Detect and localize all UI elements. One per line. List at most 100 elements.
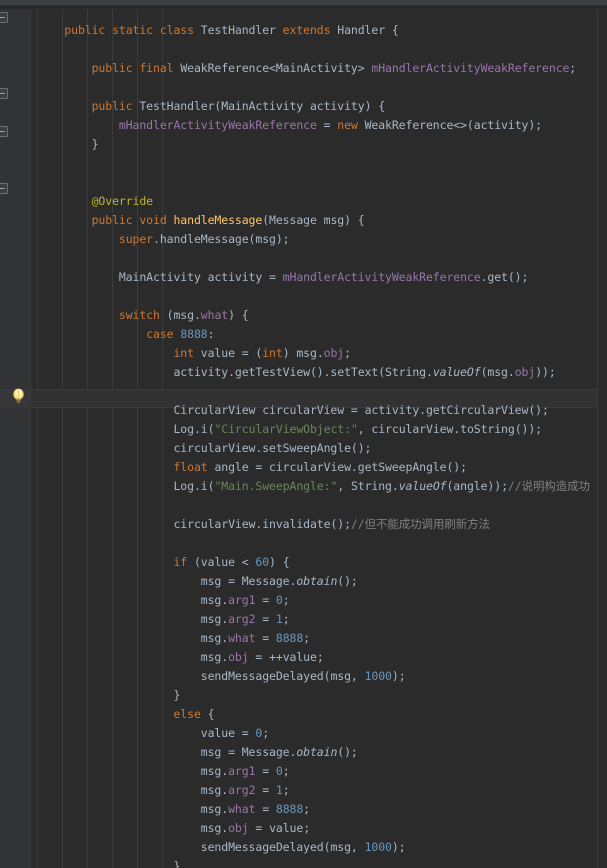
token-punct: ) {: [228, 308, 249, 322]
code-line[interactable]: super.handleMessage(msg);: [31, 230, 597, 249]
code-line[interactable]: MainActivity activity = mHandlerActivity…: [31, 268, 597, 287]
code-line[interactable]: msg.arg2 = 1;: [31, 610, 597, 629]
token-type: String: [385, 365, 426, 379]
code-line[interactable]: case 8888:: [31, 325, 597, 344]
code-line[interactable]: [31, 534, 597, 553]
token-field: arg2: [228, 612, 256, 626]
code-line[interactable]: if (value < 60) {: [31, 553, 597, 572]
code-line[interactable]: [31, 154, 597, 173]
code-line[interactable]: [31, 382, 597, 401]
fold-marker-expanded[interactable]: [0, 88, 8, 99]
token-punct: =: [255, 764, 276, 778]
token-ident: circularView: [173, 517, 256, 531]
code-line[interactable]: [31, 40, 597, 59]
code-line[interactable]: msg.arg1 = 0;: [31, 591, 597, 610]
code-line[interactable]: Log.i("Main.SweepAngle:", String.valueOf…: [31, 477, 597, 496]
editor-gutter[interactable]: [0, 9, 30, 868]
token-field: what: [200, 308, 229, 322]
code-line[interactable]: activity.getTestView().setText(String.va…: [31, 363, 597, 382]
code-line[interactable]: public void handleMessage(Message msg) {: [31, 211, 597, 230]
code-line[interactable]: msg.what = 8888;: [31, 800, 597, 819]
code-line[interactable]: [31, 78, 597, 97]
code-line[interactable]: msg = Message.obtain();: [31, 572, 597, 591]
code-line[interactable]: value = 0;: [31, 724, 597, 743]
code-line[interactable]: msg.arg2 = 1;: [31, 781, 597, 800]
token-punct: );: [528, 118, 543, 132]
token-type: CircularView: [173, 403, 256, 417]
token-punct: <: [269, 61, 276, 75]
token-punct: sendMessageDelayed(: [200, 840, 331, 854]
code-line[interactable]: [31, 496, 597, 515]
code-line[interactable]: switch (msg.what) {: [31, 306, 597, 325]
code-line[interactable]: [31, 173, 597, 192]
token-punct: ();: [337, 574, 358, 588]
fold-marker-expanded[interactable]: [0, 183, 8, 194]
fold-marker-expanded[interactable]: [0, 12, 8, 23]
token-punct: :: [207, 327, 215, 341]
token-punct: .: [391, 479, 399, 493]
code-line[interactable]: sendMessageDelayed(msg, 1000);: [31, 838, 597, 857]
code-line[interactable]: msg.what = 8888;: [31, 629, 597, 648]
code-line[interactable]: circularView.invalidate();//但不能成功调用刷新方法: [31, 515, 597, 534]
code-content-area[interactable]: public static class TestHandler extends …: [31, 9, 597, 868]
lightbulb-icon[interactable]: [10, 387, 27, 405]
code-line[interactable]: msg.obj = ++value;: [31, 648, 597, 667]
code-line[interactable]: [31, 287, 597, 306]
code-line[interactable]: circularView.setSweepAngle();: [31, 439, 597, 458]
code-line[interactable]: CircularView circularView = activity.get…: [31, 401, 597, 420]
token-ident: circularView: [173, 441, 256, 455]
code-line[interactable]: public final WeakReference<MainActivity>…: [31, 59, 597, 78]
token-kw: static: [112, 23, 160, 37]
code-line[interactable]: msg.arg1 = 0;: [31, 762, 597, 781]
token-ident: activity: [173, 365, 229, 379]
code-line[interactable]: public TestHandler(MainActivity activity…: [31, 97, 597, 116]
code-line[interactable]: Log.i("CircularViewObject:", circularVie…: [31, 420, 597, 439]
fold-marker-expanded[interactable]: [0, 126, 8, 137]
token-ident: msg: [330, 840, 351, 854]
token-punct: ;: [282, 593, 290, 607]
token-ident: msg: [200, 650, 222, 664]
token-field: arg1: [228, 764, 256, 778]
code-line[interactable]: }: [31, 686, 597, 705]
code-text[interactable]: public static class TestHandler extends …: [31, 9, 597, 868]
code-line[interactable]: sendMessageDelayed(msg, 1000);: [31, 667, 597, 686]
token-statm: obtain: [296, 574, 338, 588]
token-num: 8888: [275, 631, 304, 645]
token-ident: msg: [200, 821, 222, 835]
code-line[interactable]: else {: [31, 705, 597, 724]
token-num: 8888: [275, 802, 304, 816]
code-line[interactable]: msg = Message.obtain();: [31, 743, 597, 762]
token-punct: ;: [303, 821, 311, 835]
token-punct: =: [255, 631, 276, 645]
code-line[interactable]: }: [31, 857, 597, 868]
vertical-scrollbar[interactable]: [597, 9, 607, 868]
token-field: arg1: [228, 593, 256, 607]
code-line[interactable]: public static class TestHandler extends …: [31, 21, 597, 40]
token-punct: =: [316, 118, 338, 132]
code-line[interactable]: mHandlerActivityWeakReference = new Weak…: [31, 116, 597, 135]
token-punct: =: [255, 593, 276, 607]
token-punct: {: [385, 23, 399, 37]
token-punct: .invalidate();: [255, 517, 351, 531]
code-line[interactable]: [31, 249, 597, 268]
token-punct: ();: [337, 745, 358, 759]
code-line[interactable]: msg.obj = value;: [31, 819, 597, 838]
code-line[interactable]: float angle = circularView.getSweepAngle…: [31, 458, 597, 477]
code-line[interactable]: int value = (int) msg.obj;: [31, 344, 597, 363]
token-type: TestHandler: [139, 99, 215, 113]
code-line[interactable]: }: [31, 135, 597, 154]
token-punct: ,: [350, 840, 365, 854]
token-ident: msg: [200, 783, 222, 797]
token-punct: >: [357, 61, 372, 75]
code-line[interactable]: @Override: [31, 192, 597, 211]
token-punct: ) {: [344, 213, 365, 227]
